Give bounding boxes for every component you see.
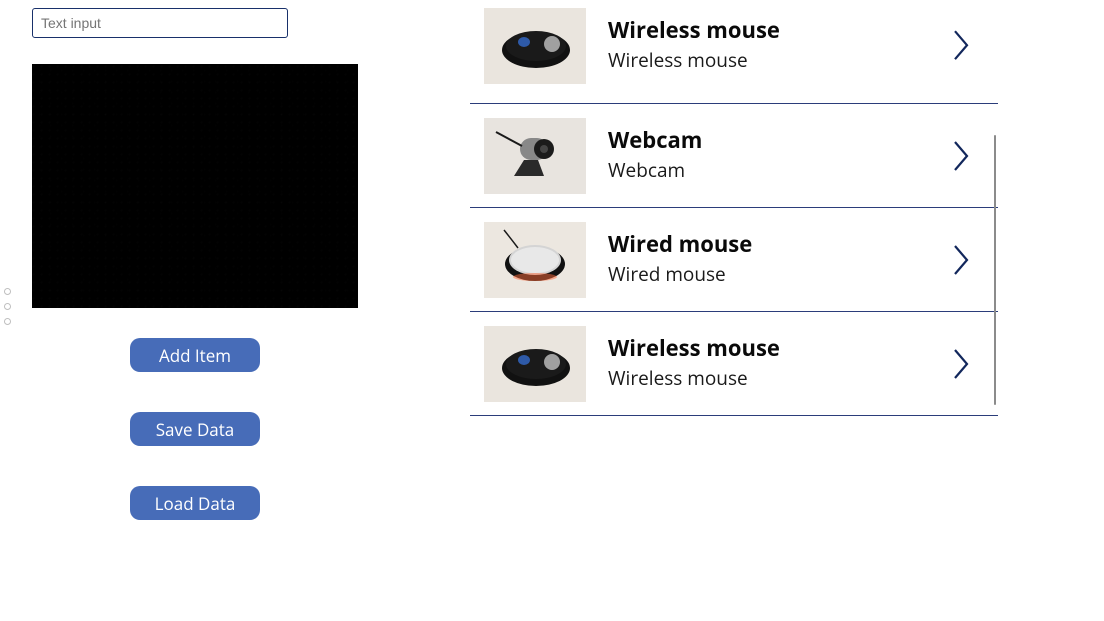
item-subtitle: Wired mouse [608, 261, 998, 287]
load-data-button[interactable]: Load Data [130, 486, 260, 520]
item-title: Wireless mouse [608, 18, 998, 42]
item-title: Wired mouse [608, 232, 998, 256]
list-item[interactable]: Wireless mouse Wireless mouse [470, 312, 998, 416]
list-item[interactable]: Wired mouse Wired mouse [470, 208, 998, 312]
item-title: Wireless mouse [608, 336, 998, 360]
item-text: Wireless mouse Wireless mouse [608, 336, 998, 390]
item-subtitle: Wireless mouse [608, 365, 998, 391]
thumbnail-wireless-mouse [484, 326, 586, 402]
item-subtitle: Webcam [608, 157, 998, 183]
item-subtitle: Wireless mouse [608, 47, 998, 73]
add-item-button[interactable]: Add Item [130, 338, 260, 372]
chevron-right-icon[interactable] [952, 347, 972, 381]
item-list[interactable]: Wireless mouse Wireless mouse Webcam Web… [470, 0, 998, 480]
item-title: Webcam [608, 128, 998, 152]
thumbnail-webcam [484, 118, 586, 194]
chevron-right-icon[interactable] [952, 139, 972, 173]
thumbnail-wireless-mouse [484, 8, 586, 84]
list-item[interactable]: Wireless mouse Wireless mouse [470, 0, 998, 104]
scrollbar[interactable] [994, 135, 996, 405]
chevron-right-icon[interactable] [952, 243, 972, 277]
list-item[interactable]: Webcam Webcam [470, 104, 998, 208]
text-input[interactable] [32, 8, 288, 38]
button-column: Add Item Save Data Load Data [32, 338, 358, 520]
item-text: Wireless mouse Wireless mouse [608, 18, 998, 72]
camera-preview [32, 64, 358, 308]
left-panel: Add Item Save Data Load Data [0, 0, 420, 528]
chevron-right-icon[interactable] [952, 28, 972, 62]
item-text: Wired mouse Wired mouse [608, 232, 998, 286]
item-text: Webcam Webcam [608, 128, 998, 182]
thumbnail-wired-mouse [484, 222, 586, 298]
save-data-button[interactable]: Save Data [130, 412, 260, 446]
